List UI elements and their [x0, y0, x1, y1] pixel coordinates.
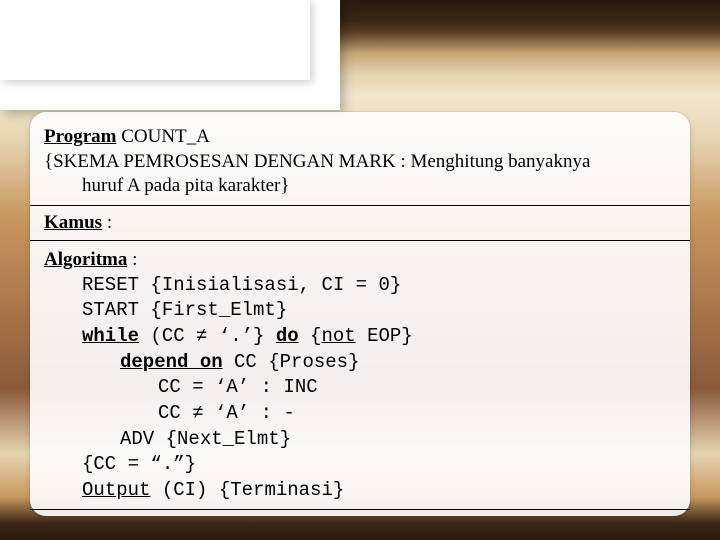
output-keyword: Output	[82, 479, 150, 501]
alg-line-output: Output (CI) {Terminasi}	[44, 478, 676, 504]
section-kamus: Kamus :	[30, 205, 690, 240]
alg-line-case-nota: CC ≠ ‘A’ : -	[44, 401, 676, 427]
alg-line-case-a: CC = ‘A’ : INC	[44, 375, 676, 401]
alg-line-start: START {First_Elmt}	[44, 298, 676, 324]
alg-line-postcond: {CC = “.”}	[44, 452, 676, 478]
program-name: COUNT_A	[116, 126, 209, 147]
alg-line-adv: ADV {Next_Elmt}	[44, 427, 676, 453]
program-title-line: Program COUNT_A	[44, 125, 676, 150]
do-keyword: do	[276, 325, 299, 347]
while-cond: (CC ≠ ‘.’}	[139, 325, 276, 347]
algoritma-keyword: Algoritma	[44, 249, 127, 270]
algoritma-heading: Algoritma :	[44, 247, 676, 273]
program-desc-line2: huruf A pada pita karakter}	[44, 174, 676, 199]
while-tail1: {	[299, 325, 322, 347]
program-desc-line1: {SKEMA PEMROSESAN DENGAN MARK : Menghitu…	[44, 150, 676, 175]
algorithm-box: Program COUNT_A {SKEMA PEMROSESAN DENGAN…	[30, 112, 690, 516]
alg-line-depend: depend on CC {Proses}	[44, 350, 676, 376]
depend-rest: CC {Proses}	[223, 351, 360, 373]
program-keyword: Program	[44, 126, 116, 147]
output-rest: (CI) {Terminasi}	[150, 479, 344, 501]
section-algoritma: Algoritma : RESET {Inisialisasi, CI = 0}…	[30, 240, 690, 510]
kamus-rest: :	[102, 212, 112, 233]
while-tail2: EOP}	[356, 325, 413, 347]
section-program-header: Program COUNT_A {SKEMA PEMROSESAN DENGAN…	[30, 118, 690, 205]
not-keyword: not	[321, 325, 355, 347]
corner-decoration-inner	[0, 0, 310, 80]
alg-line-reset: RESET {Inisialisasi, CI = 0}	[44, 273, 676, 299]
algoritma-rest: :	[127, 249, 137, 270]
depend-keyword: depend on	[120, 351, 223, 373]
alg-line-while: while (CC ≠ ‘.’} do {not EOP}	[44, 324, 676, 350]
kamus-keyword: Kamus	[44, 212, 102, 233]
while-keyword: while	[82, 325, 139, 347]
